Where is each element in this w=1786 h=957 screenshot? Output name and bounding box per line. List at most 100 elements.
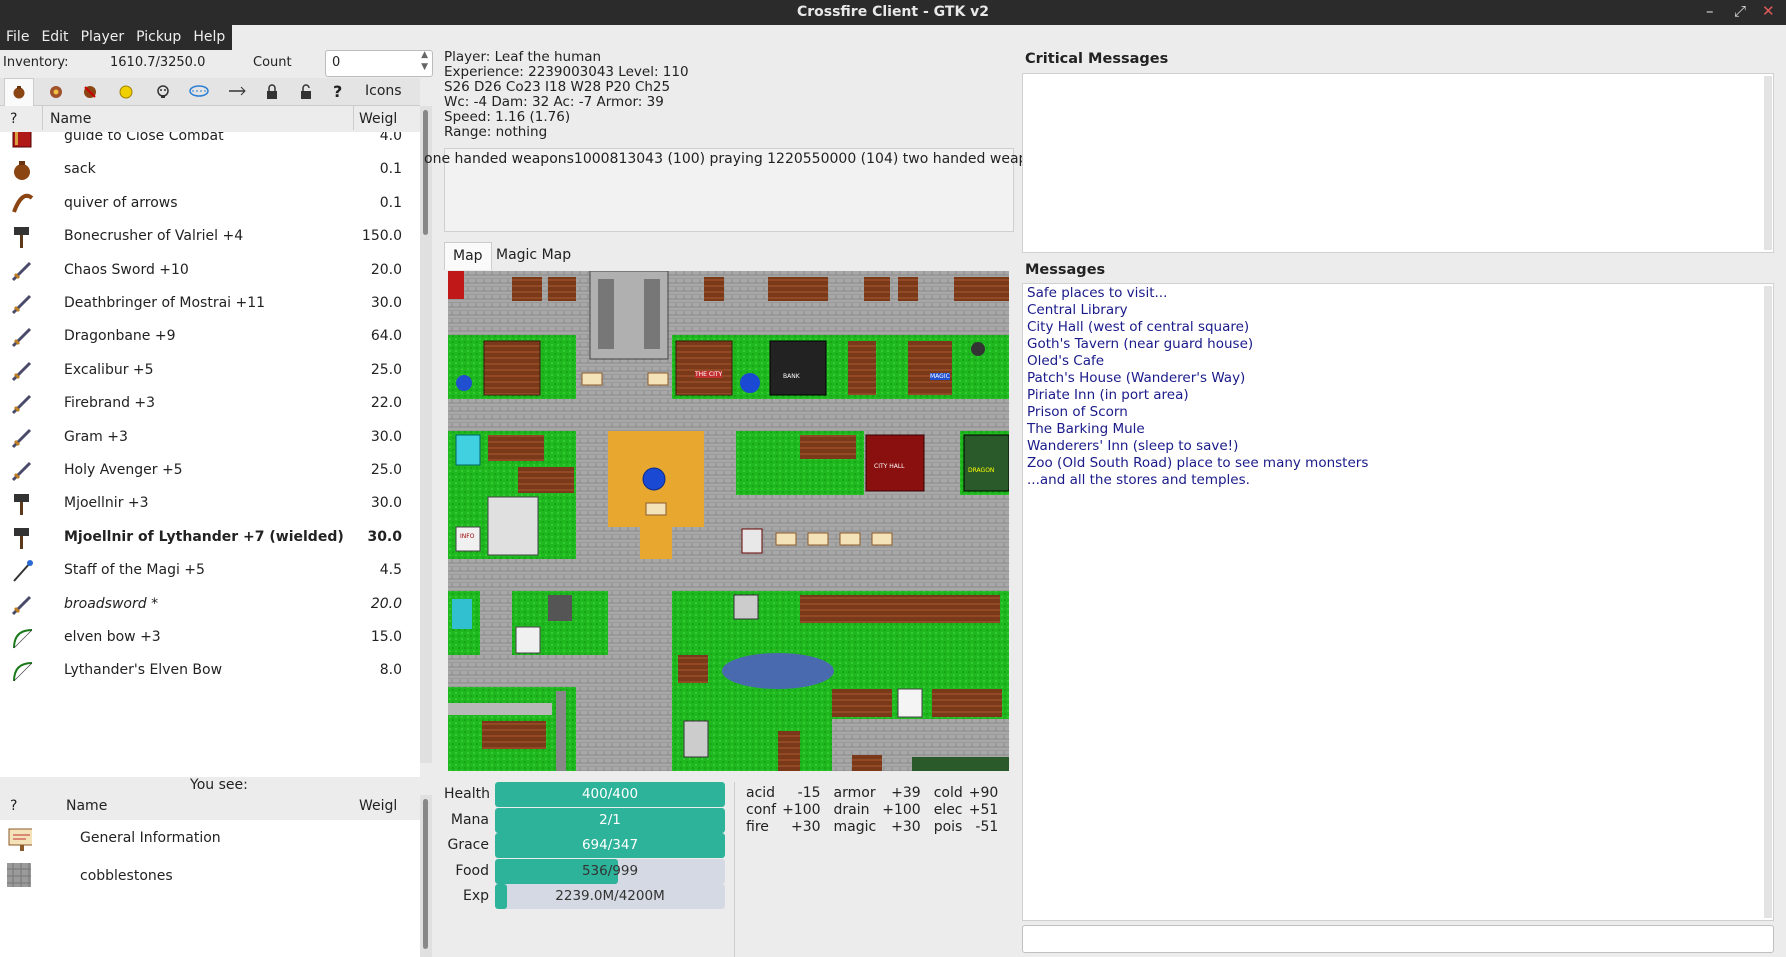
tab-applied-icon[interactable]: [48, 84, 64, 100]
food-bar-text: 536/999: [581, 862, 639, 879]
col-header-q[interactable]: ?: [10, 111, 17, 127]
resist-row: acid -15 armor +39 cold +90: [743, 784, 1008, 801]
resist-row: conf +100 drain +100 elec +51: [743, 801, 1008, 818]
resist-value: +90: [968, 784, 999, 801]
player-speed: Speed: 1.16 (1.76): [444, 109, 571, 125]
resist-value: -15: [797, 784, 821, 801]
resist-name: armor: [833, 784, 876, 801]
hammer-icon: [14, 494, 29, 516]
messages-label: Messages: [1025, 262, 1106, 278]
menu-file[interactable]: File: [0, 25, 35, 50]
inventory-item[interactable]: Dragonbane +9 64.0: [0, 318, 420, 356]
inventory-item[interactable]: Deathbringer of Mostrai +11 30.0: [0, 285, 420, 323]
tab-cursed-icon[interactable]: [155, 84, 171, 100]
count-label: Count: [253, 55, 292, 70]
message-line: ...and all the stores and temples.: [1027, 472, 1250, 488]
item-weight: 30.0: [370, 495, 402, 512]
inventory-item[interactable]: Staff of the Magi +5 4.5: [0, 552, 420, 590]
count-input[interactable]: 0 ▲ ▼: [325, 50, 433, 77]
item-name: Holy Avenger +5: [64, 462, 183, 478]
cobblestone-icon: [7, 863, 31, 887]
resist-name: drain: [833, 801, 870, 818]
message-line: Patch's House (Wanderer's Way): [1027, 370, 1246, 386]
tab-magical-icon[interactable]: [188, 84, 210, 98]
map-canvas: [448, 271, 1009, 771]
item-name: Lythander's Elven Bow: [64, 662, 223, 679]
see-col-weight[interactable]: Weigl: [359, 798, 397, 814]
inventory-list: guide to Close Combat 4.0 sack 0.1 quiver of…: [0, 132, 420, 777]
tab-locked-icon[interactable]: [265, 84, 279, 100]
inventory-item[interactable]: elven bow +3 15.0: [0, 619, 420, 657]
tab-unidentified-icon[interactable]: [228, 84, 246, 98]
item-weight: 20.0: [370, 261, 402, 278]
resist-name: cold: [933, 784, 963, 801]
inventory-item[interactable]: Bonecrusher of Valriel +4 150.0: [0, 218, 420, 256]
message-line: Oled's Cafe: [1027, 353, 1105, 369]
inventory-item[interactable]: Excalibur +5 25.0: [0, 352, 420, 390]
menu-help[interactable]: Help: [187, 25, 231, 50]
tab-unpaid-icon[interactable]: [118, 84, 134, 100]
tab-all[interactable]: [4, 78, 34, 106]
menu-edit[interactable]: Edit: [35, 25, 74, 50]
tab-help-icon[interactable]: ?: [333, 82, 342, 101]
item-weight: 0.1: [379, 161, 402, 178]
minimize-button[interactable]: –: [1706, 2, 1714, 20]
col-header-name[interactable]: Name: [50, 111, 91, 127]
tab-icons[interactable]: Icons: [365, 83, 402, 99]
item-weight: 25.0: [370, 361, 402, 378]
tab-unapplied-icon[interactable]: [82, 84, 98, 100]
player-stats: Player: Leaf the human Experience: 22390…: [444, 50, 1014, 160]
resist-name: conf: [746, 801, 777, 818]
inventory-item[interactable]: quiver of arrows 0.1: [0, 185, 420, 223]
item-name: Excalibur +5: [64, 361, 154, 378]
item-name: Gram +3: [64, 428, 128, 445]
inventory-scrollbar[interactable]: [420, 106, 432, 763]
map-sign-cityhall: CITY HALL: [874, 463, 905, 470]
spin-down-icon[interactable]: ▼: [421, 62, 428, 72]
inventory-item[interactable]: Firebrand +3 22.0: [0, 385, 420, 423]
critical-messages-label: Critical Messages: [1025, 51, 1169, 67]
col-header-weight[interactable]: Weigl: [359, 111, 397, 127]
tab-map[interactable]: Map: [444, 242, 492, 270]
list-item[interactable]: cobblestones: [0, 858, 420, 896]
close-button[interactable]: ✕: [1762, 2, 1775, 20]
bar-label-grace: Grace: [447, 837, 490, 853]
exp-bar: 2239.0M/4200M: [495, 884, 725, 909]
menu-player[interactable]: Player: [75, 25, 131, 50]
menu-pickup[interactable]: Pickup: [130, 25, 187, 50]
inventory-tabs: ? Icons: [0, 78, 420, 106]
inventory-item[interactable]: Holy Avenger +5 25.0: [0, 452, 420, 490]
item-name: quiver of arrows: [64, 194, 178, 211]
game-map[interactable]: THE CITY BANK MAGIC DRAGON CITY HALL INF…: [448, 271, 1009, 771]
inventory-item[interactable]: sack 0.1: [0, 151, 420, 189]
title-bar: Crossfire Client - GTK v2 – ⤢ ✕: [0, 0, 1786, 25]
map-sign-info: INFO: [460, 533, 475, 540]
map-sign-magic: MAGIC: [930, 373, 950, 380]
player-range: Range: nothing: [444, 124, 548, 140]
messages-scrollbar[interactable]: [1764, 286, 1772, 918]
spin-up-icon[interactable]: ▲: [421, 50, 428, 60]
item-weight: 25.0: [370, 462, 402, 478]
inventory-item[interactable]: Mjoellnir +3 30.0: [0, 485, 420, 523]
sword-icon: [11, 428, 32, 448]
command-input[interactable]: [1022, 925, 1774, 953]
maximize-button[interactable]: ⤢: [1734, 2, 1746, 20]
inventory-item[interactable]: Mjoellnir of Lythander +7 (wielded) 30.0: [0, 519, 420, 557]
tab-unlocked-icon[interactable]: [299, 84, 313, 100]
tab-magic-map[interactable]: Magic Map: [488, 242, 579, 270]
inventory-item[interactable]: broadsword * 20.0: [0, 586, 420, 624]
inventory-item[interactable]: Gram +3 30.0: [0, 419, 420, 457]
player-combat: Wc: -4 Dam: 32 Ac: -7 Armor: 39: [444, 94, 664, 110]
message-line: Piriate Inn (in port area): [1027, 387, 1189, 403]
inventory-item[interactable]: Lythander's Elven Bow 8.0: [0, 652, 420, 690]
list-item[interactable]: General Information: [0, 820, 420, 858]
item-weight: 64.0: [370, 328, 402, 345]
see-col-q[interactable]: ?: [10, 798, 17, 814]
you-see-scrollbar[interactable]: [420, 795, 432, 957]
health-bar: 400/400: [495, 782, 725, 807]
see-col-name[interactable]: Name: [66, 798, 107, 814]
inventory-item[interactable]: Chaos Sword +10 20.0: [0, 252, 420, 290]
critical-scrollbar[interactable]: [1764, 76, 1772, 250]
item-weight: 22.0: [370, 395, 402, 412]
sword-icon: [11, 328, 32, 348]
